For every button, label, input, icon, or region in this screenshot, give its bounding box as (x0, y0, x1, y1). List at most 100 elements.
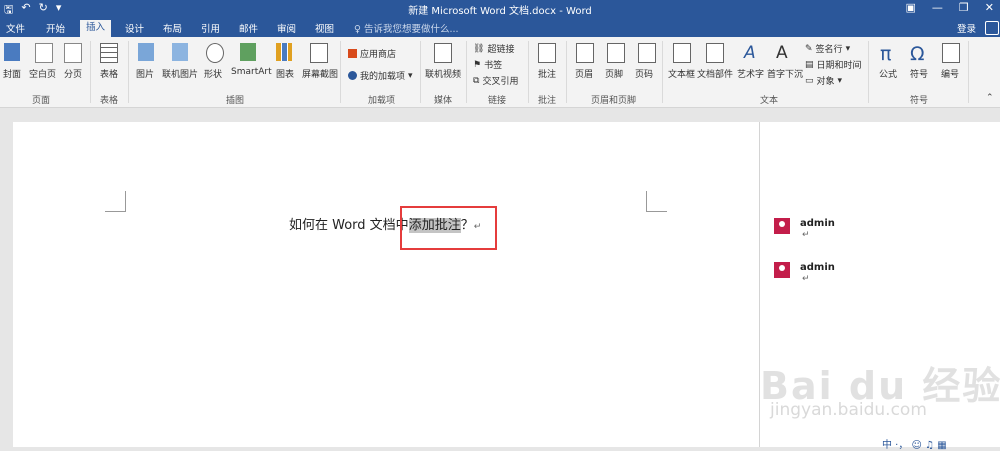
group-comments-label: 批注 (538, 96, 557, 106)
tab-mailings[interactable]: 邮件 (239, 21, 258, 35)
login-link[interactable]: 登录 (957, 21, 976, 35)
blank-page-button[interactable]: 空白页 (29, 67, 56, 80)
chart-icon (276, 43, 292, 61)
bookmark-button[interactable]: ⚑ 书签 (473, 58, 502, 72)
tab-home[interactable]: 开始 (46, 21, 65, 35)
cover-page-button[interactable]: 封面 (3, 67, 21, 80)
group-divider (420, 41, 421, 103)
group-pages-label: 页面 (32, 96, 51, 106)
hyperlink-button[interactable]: ⛓ 超链接 (473, 42, 514, 56)
collapse-ribbon-icon[interactable]: ⌃ (986, 93, 994, 103)
tab-layout[interactable]: 布局 (163, 21, 182, 35)
screenshot-icon (310, 43, 328, 63)
page-number-button[interactable]: 页码 (635, 67, 653, 80)
screenshot-button[interactable]: 屏幕截图 (302, 67, 338, 80)
footer-button[interactable]: 页脚 (605, 67, 623, 80)
user-avatar-icon (774, 262, 790, 278)
quick-parts-icon (706, 43, 724, 63)
online-video-icon (434, 43, 452, 63)
ribbon-display-icon[interactable]: ▣ (906, 1, 916, 14)
cross-reference-button[interactable]: ⧉ 交叉引用 (473, 74, 518, 88)
window-title: 新建 Microsoft Word 文档.docx - Word (408, 6, 592, 17)
object-button[interactable]: ▭ 对象 ▾ (805, 74, 843, 88)
link-icon: ⛓ (473, 43, 485, 54)
store-button[interactable]: 应用商店 (348, 47, 396, 60)
chart-button[interactable]: 图表 (276, 67, 294, 80)
group-divider (90, 41, 91, 103)
comment-body[interactable]: ↵ (802, 274, 810, 284)
maximize-icon[interactable]: ❐ (959, 1, 969, 14)
wordart-button[interactable]: 艺术字 (737, 67, 764, 80)
numbering-button[interactable]: 编号 (941, 67, 959, 80)
new-comment-button[interactable]: 批注 (538, 67, 556, 80)
equation-button[interactable]: 公式 (879, 67, 897, 80)
blank-page-icon (35, 43, 53, 63)
chevron-down-icon: ▾ (408, 70, 413, 81)
comment-body[interactable]: ↵ (802, 230, 810, 240)
tab-insert[interactable]: 插入 (80, 20, 112, 37)
textbox-button[interactable]: 文本框 (668, 67, 695, 80)
tab-design[interactable]: 设计 (125, 21, 144, 35)
shapes-button[interactable]: 形状 (204, 67, 222, 80)
user-avatar-icon (774, 218, 790, 234)
group-divider (340, 41, 341, 103)
account-icon[interactable] (985, 21, 999, 35)
quick-parts-button[interactable]: 文档部件 (697, 67, 733, 80)
ime-tray: 中 ·， ☺ ♫ ▦ (882, 440, 947, 451)
addins-icon (348, 71, 357, 80)
my-addins-button[interactable]: 我的加载项 ▾ (348, 69, 413, 82)
minimize-icon[interactable]: — (932, 1, 943, 14)
page-number-icon (638, 43, 656, 63)
margin-marker-right (646, 191, 667, 212)
group-divider (128, 41, 129, 103)
smartart-button[interactable]: SmartArt (231, 67, 272, 77)
online-video-button[interactable]: 联机视频 (425, 67, 461, 80)
group-divider (968, 41, 969, 103)
numbering-icon (942, 43, 960, 63)
margin-marker-left (105, 191, 126, 212)
lightbulb-icon: ♀ (354, 24, 364, 35)
dropcap-button[interactable]: 首字下沉 (767, 67, 803, 80)
chevron-down-icon: ▾ (837, 75, 843, 86)
page-break-icon (64, 43, 82, 63)
new-comment-icon (538, 43, 556, 63)
tell-me-search[interactable]: ♀ 告诉我您想要做什么... (354, 21, 459, 35)
highlight-annotation-box (400, 206, 497, 250)
group-divider (566, 41, 567, 103)
footer-icon (607, 43, 625, 63)
tab-file[interactable]: 文件 (6, 21, 25, 35)
signature-line-button[interactable]: ✎ 签名行 ▾ (805, 42, 850, 56)
cover-page-icon (4, 43, 20, 61)
comment-author: admin (800, 218, 835, 229)
tab-view[interactable]: 视图 (315, 21, 334, 35)
group-media-label: 媒体 (434, 96, 453, 106)
table-button[interactable]: 表格 (100, 67, 118, 80)
symbol-icon: Ω (910, 43, 925, 65)
comment-author: admin (800, 262, 835, 273)
document-page[interactable] (13, 122, 759, 447)
tab-references[interactable]: 引用 (201, 21, 220, 35)
tab-review[interactable]: 审阅 (277, 21, 296, 35)
object-icon: ▭ (805, 75, 814, 86)
signature-icon: ✎ (805, 43, 813, 54)
group-text-label: 文本 (760, 96, 779, 106)
picture-button[interactable]: 图片 (136, 67, 154, 80)
datetime-button[interactable]: ▤ 日期和时间 (805, 58, 862, 72)
cross-reference-icon: ⧉ (473, 75, 480, 86)
header-button[interactable]: 页眉 (575, 67, 593, 80)
wordart-icon: A (744, 43, 756, 63)
ribbon: 封面 空白页 分页 页面 表格 表格 图片 联机图片 形状 SmartArt 图… (0, 37, 1000, 108)
symbol-button[interactable]: 符号 (910, 67, 928, 80)
textbox-icon (673, 43, 691, 63)
group-illustrations-label: 插图 (226, 96, 245, 106)
page-break-button[interactable]: 分页 (64, 67, 82, 80)
equation-icon: π (880, 43, 892, 65)
window-controls: ▣ — ❐ ✕ (906, 1, 995, 14)
online-picture-button[interactable]: 联机图片 (162, 67, 198, 80)
store-icon (348, 49, 357, 58)
smartart-icon (240, 43, 256, 61)
close-icon[interactable]: ✕ (985, 1, 994, 14)
dropcap-icon: A (776, 43, 788, 63)
header-icon (576, 43, 594, 63)
title-bar: 🖫 ↶ ↻ ▾ 新建 Microsoft Word 文档.docx - Word… (0, 0, 1000, 18)
